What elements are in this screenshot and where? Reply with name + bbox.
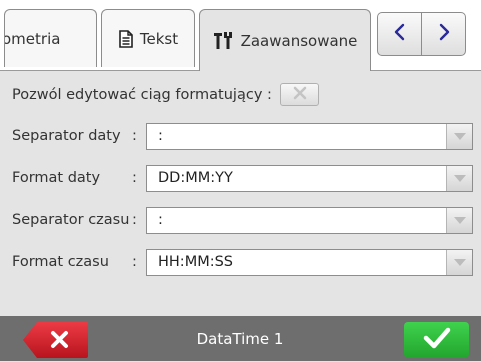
checkmark-icon: [423, 327, 451, 353]
tab-prev-button[interactable]: [377, 12, 422, 56]
chevron-down-icon: [446, 166, 472, 191]
chevron-down-icon: [446, 208, 472, 233]
tab-label: Zaawansowane: [240, 31, 358, 50]
time-separator-value: :: [158, 212, 163, 228]
date-format-colon: :: [132, 170, 137, 186]
tab-label: Tekst: [139, 29, 179, 48]
date-separator-select[interactable]: :: [146, 123, 473, 150]
dialog-title: DataTime 1: [196, 330, 284, 348]
cancel-button[interactable]: [23, 322, 88, 358]
time-separator-colon: :: [132, 212, 137, 228]
close-icon: [293, 85, 307, 104]
tab-tekst[interactable]: Tekst: [101, 9, 195, 67]
time-format-value: HH:MM:SS: [158, 254, 234, 270]
allow-edit-label: Pozwól edytować ciąg formatujący :: [12, 87, 272, 103]
date-format-label: Format daty: [12, 170, 101, 186]
allow-edit-toggle[interactable]: [280, 83, 319, 106]
date-separator-colon: :: [132, 128, 137, 144]
tab-next-button[interactable]: [421, 12, 466, 56]
tab-geometria[interactable]: ometria: [4, 9, 97, 67]
date-format-value: DD:MM:YY: [158, 170, 233, 186]
tab-bar: ometria Tekst Zaawansowane: [0, 0, 481, 71]
tools-icon: [213, 31, 235, 51]
tab-label: ometria: [4, 29, 61, 48]
date-separator-value: :: [158, 128, 163, 144]
time-format-select[interactable]: HH:MM:SS: [146, 249, 473, 276]
time-separator-label: Separator czasu: [12, 212, 130, 228]
chevron-left-icon: [393, 23, 407, 45]
chevron-right-icon: [437, 23, 451, 45]
time-format-colon: :: [132, 254, 137, 270]
time-format-label: Format czasu: [12, 254, 109, 270]
tab-zaawansowane[interactable]: Zaawansowane: [199, 9, 371, 71]
document-icon: [118, 29, 134, 48]
chevron-down-icon: [446, 250, 472, 275]
ok-button[interactable]: [404, 322, 469, 358]
date-format-select[interactable]: DD:MM:YY: [146, 165, 473, 192]
chevron-down-icon: [446, 124, 472, 149]
date-separator-label: Separator daty: [12, 128, 121, 144]
time-separator-select[interactable]: :: [146, 207, 473, 234]
